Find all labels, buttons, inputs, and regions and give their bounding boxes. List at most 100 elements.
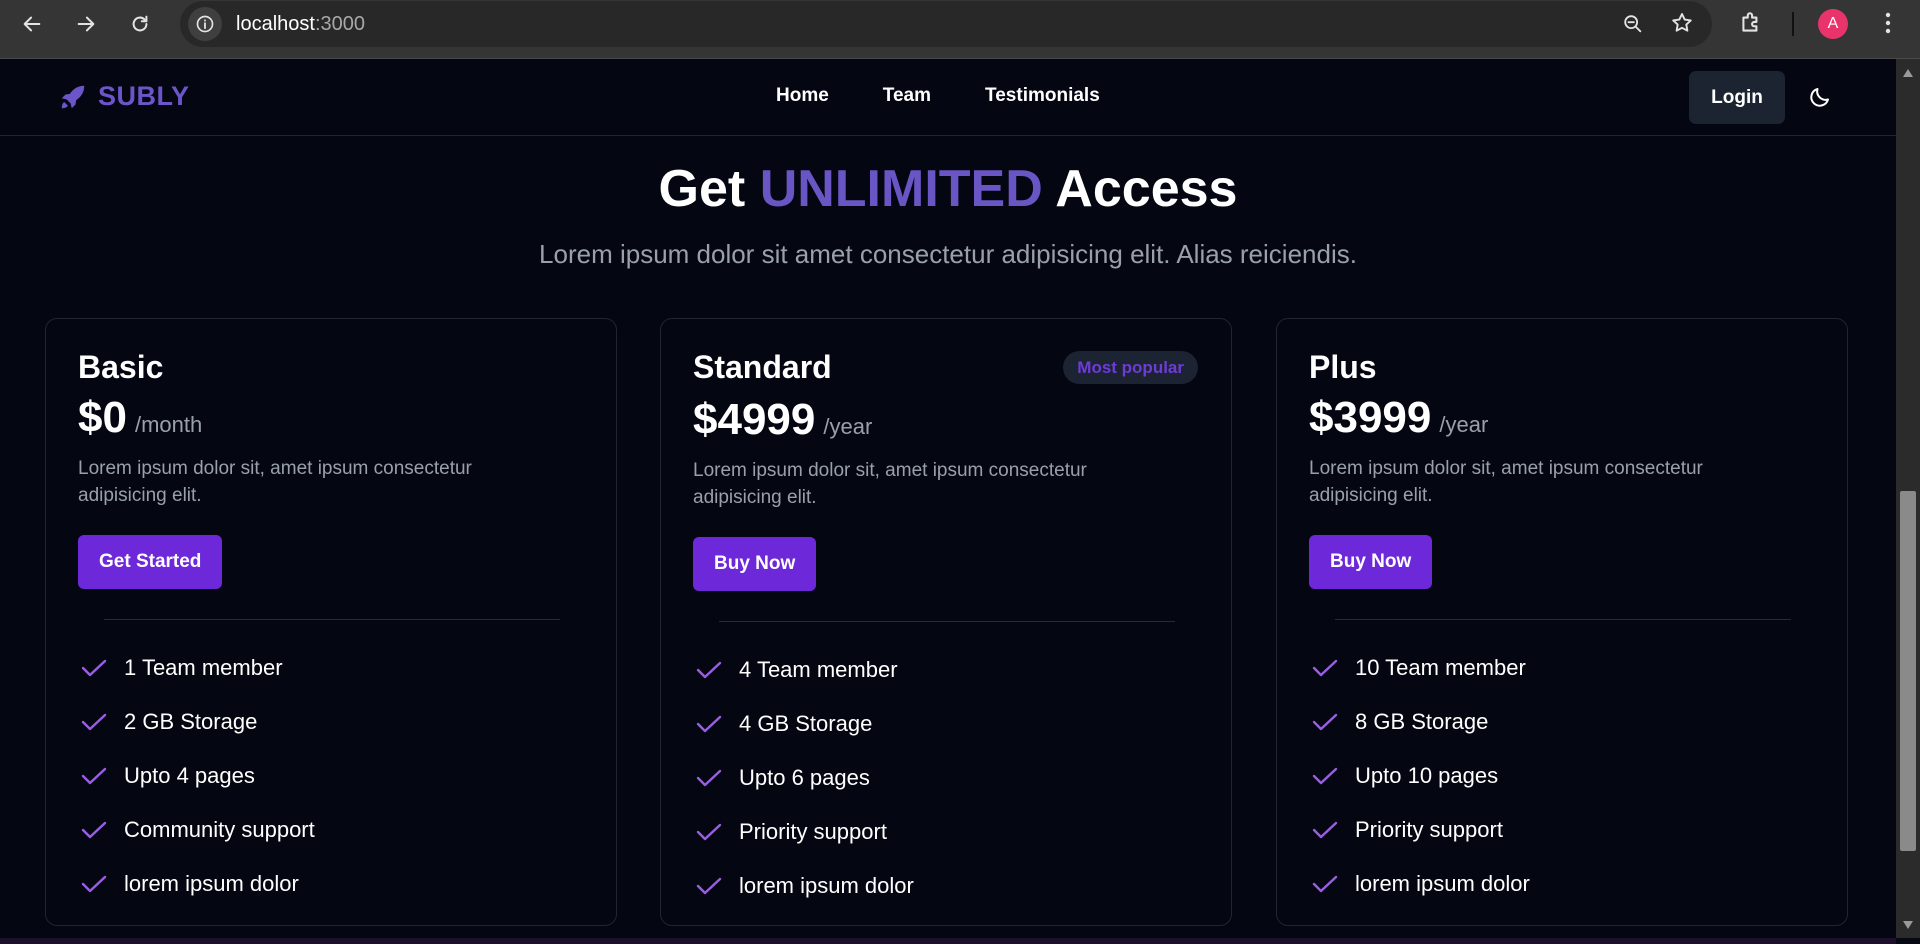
feature-item: Priority support <box>1311 803 1530 857</box>
page-scrollbar[interactable] <box>1896 59 1920 938</box>
check-icon <box>1311 819 1339 841</box>
feature-text: 10 Team member <box>1355 655 1526 680</box>
check-icon <box>695 875 723 897</box>
price-period: /year <box>823 414 873 439</box>
check-icon <box>80 819 108 841</box>
check-icon <box>695 767 723 789</box>
back-arrow-icon[interactable] <box>16 8 48 40</box>
feature-item: lorem ipsum dolor <box>80 857 315 911</box>
plan-name: Standard <box>693 349 832 385</box>
plan-description: Lorem ipsum dolor sit, amet ipsum consec… <box>1309 458 1703 506</box>
buy-now-button[interactable]: Buy Now <box>1309 535 1433 589</box>
scroll-down-arrow-icon[interactable] <box>1902 917 1914 935</box>
browser-toolbar: localhost:3000 A <box>0 0 1920 59</box>
scrollbar-thumb[interactable] <box>1900 491 1916 851</box>
feature-item: Priority support <box>695 805 914 859</box>
nav-home-link[interactable]: Home <box>776 85 829 107</box>
feature-text: Upto 4 pages <box>124 763 255 788</box>
feature-list: 10 Team member 8 GB Storage Upto 10 page… <box>1311 641 1530 911</box>
site-info-icon[interactable] <box>188 7 222 41</box>
feature-item: 1 Team member <box>80 641 315 695</box>
feature-item: Community support <box>80 803 315 857</box>
nav-testimonials-link[interactable]: Testimonials <box>985 85 1100 107</box>
check-icon <box>80 711 108 733</box>
check-icon <box>695 713 723 735</box>
card-divider <box>719 621 1175 622</box>
plan-name: Plus <box>1309 349 1377 385</box>
toolbar-divider <box>1792 12 1794 36</box>
feature-item: 4 GB Storage <box>695 697 914 751</box>
url-text: localhost:3000 <box>236 13 365 36</box>
pricing-card-basic: Basic $0 /month Lorem ipsum dolor sit, a… <box>45 318 617 926</box>
feature-text: 4 GB Storage <box>739 711 873 736</box>
get-started-button[interactable]: Get Started <box>78 535 223 589</box>
title-suffix: Access <box>1042 160 1238 218</box>
logo-text: SUBLY <box>98 81 190 111</box>
url-port: :3000 <box>314 13 365 35</box>
feature-text: lorem ipsum dolor <box>1355 871 1530 896</box>
feature-text: 1 Team member <box>124 655 283 680</box>
url-host: localhost <box>236 13 315 35</box>
feature-text: lorem ipsum dolor <box>124 871 299 896</box>
feature-item: Upto 6 pages <box>695 751 914 805</box>
feature-text: 4 Team member <box>739 657 898 682</box>
plan-price: $3999 /year <box>1309 393 1488 443</box>
price-amount: $3999 <box>1309 393 1432 442</box>
pricing-card-standard: Standard Most popular $4999 /year Lorem … <box>660 318 1232 926</box>
feature-text: lorem ipsum dolor <box>739 873 914 898</box>
page-viewport: SUBLY Home Team Testimonials Login Get U… <box>0 59 1896 938</box>
feature-text: Priority support <box>739 819 887 844</box>
pricing-card-plus: Plus $3999 /year Lorem ipsum dolor sit, … <box>1276 318 1848 926</box>
main-nav: Home Team Testimonials <box>776 85 1100 107</box>
plan-name: Basic <box>78 349 164 385</box>
feature-list: 1 Team member 2 GB Storage Upto 4 pages … <box>80 641 315 911</box>
scroll-up-arrow-icon[interactable] <box>1902 65 1914 83</box>
feature-text: Priority support <box>1355 817 1503 842</box>
reload-icon[interactable] <box>124 8 156 40</box>
profile-avatar[interactable]: A <box>1818 9 1848 39</box>
feature-item: Upto 10 pages <box>1311 749 1530 803</box>
feature-item: lorem ipsum dolor <box>695 859 914 913</box>
feature-text: Upto 10 pages <box>1355 763 1499 788</box>
check-icon <box>1311 657 1339 679</box>
price-amount: $4999 <box>693 395 816 444</box>
most-popular-badge: Most popular <box>1063 351 1198 384</box>
check-icon <box>1311 711 1339 733</box>
bottom-edge <box>0 938 1896 944</box>
feature-text: 2 GB Storage <box>124 709 258 734</box>
check-icon <box>80 765 108 787</box>
feature-text: Community support <box>124 817 315 842</box>
nav-team-link[interactable]: Team <box>883 85 931 107</box>
login-button[interactable]: Login <box>1689 71 1785 124</box>
forward-arrow-icon[interactable] <box>70 8 102 40</box>
dark-mode-moon-icon[interactable] <box>1808 85 1832 114</box>
more-menu-icon[interactable] <box>1876 10 1900 41</box>
extensions-puzzle-icon[interactable] <box>1738 10 1764 41</box>
feature-item: 4 Team member <box>695 643 914 697</box>
rocket-icon <box>61 85 85 108</box>
buy-now-button[interactable]: Buy Now <box>693 537 817 591</box>
check-icon <box>80 657 108 679</box>
site-logo[interactable]: SUBLY <box>58 81 190 112</box>
feature-item: 2 GB Storage <box>80 695 315 749</box>
feature-item: 10 Team member <box>1311 641 1530 695</box>
feature-list: 4 Team member 4 GB Storage Upto 6 pages … <box>695 643 914 913</box>
title-prefix: Get <box>658 160 760 218</box>
title-accent: UNLIMITED <box>759 160 1043 218</box>
price-amount: $0 <box>78 393 127 442</box>
site-header: SUBLY Home Team Testimonials Login <box>0 59 1896 136</box>
zoom-icon[interactable] <box>1622 13 1644 40</box>
address-bar[interactable]: localhost:3000 <box>180 1 1712 47</box>
page-subtitle: Lorem ipsum dolor sit amet consectetur a… <box>539 239 1357 269</box>
feature-item: 8 GB Storage <box>1311 695 1530 749</box>
price-period: /month <box>134 412 203 437</box>
price-period: /year <box>1439 412 1489 437</box>
feature-text: 8 GB Storage <box>1355 709 1489 734</box>
bookmark-star-icon[interactable] <box>1670 11 1694 40</box>
plan-price: $0 /month <box>78 393 202 443</box>
card-divider <box>104 619 560 620</box>
check-icon <box>695 821 723 843</box>
feature-item: Upto 4 pages <box>80 749 315 803</box>
page-title: Get UNLIMITED Access <box>0 159 1896 219</box>
check-icon <box>1311 765 1339 787</box>
